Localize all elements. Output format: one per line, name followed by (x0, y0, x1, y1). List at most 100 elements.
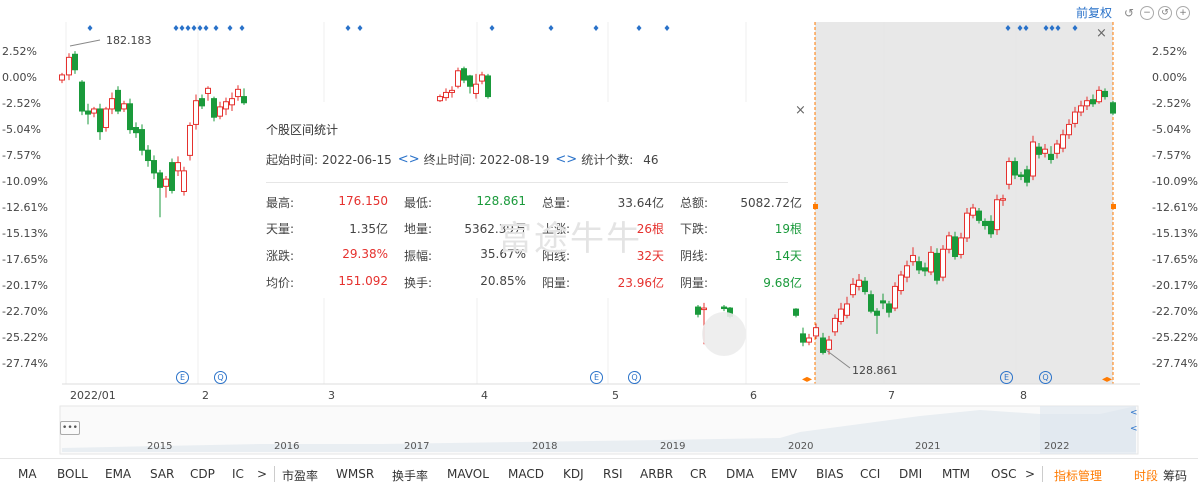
selection-close-button[interactable]: × (1096, 26, 1107, 41)
tab-chip[interactable]: 筹码 (1163, 467, 1187, 484)
divider (274, 466, 275, 482)
candlestick (485, 73, 491, 99)
news-marker-icon (239, 25, 245, 31)
indicator-tab[interactable]: CDP (190, 467, 215, 481)
range-start-handle-icon[interactable]: ◂▸ (802, 374, 812, 385)
stat-value: 128.861 (476, 194, 526, 208)
news-marker-icon (191, 25, 197, 31)
count-value: 46 (643, 152, 659, 167)
news-marker-icon (636, 25, 642, 31)
candlestick (85, 103, 91, 125)
indicator-tab[interactable]: BIAS (816, 467, 844, 481)
stat-label: 涨跌: (266, 249, 295, 263)
candlestick (964, 208, 970, 243)
candlestick (157, 169, 163, 218)
y-tick-label: 2.52% (2, 45, 37, 58)
indicator-tab[interactable]: CR (690, 467, 707, 481)
candlestick (66, 53, 72, 81)
selection-right-handle (1111, 204, 1116, 209)
candlestick (103, 106, 109, 132)
candlestick (1030, 135, 1036, 181)
qa-event-icon[interactable]: Q (214, 371, 227, 384)
indicator-tab[interactable]: MACD (508, 467, 544, 481)
logo-icon (702, 312, 746, 356)
indicator-tab[interactable]: MAVOL (447, 467, 489, 481)
stat-label: 换手: (404, 276, 433, 290)
candlestick (455, 67, 461, 89)
timeline-more-button[interactable]: ••• (60, 421, 80, 435)
qa-event-icon[interactable]: Q (1039, 371, 1052, 384)
earnings-event-icon[interactable]: E (1000, 371, 1013, 384)
end-value: 2022-08-19 (479, 152, 550, 167)
x-tick-label: 2 (202, 389, 209, 402)
indicator-manage-button[interactable]: 指标管理 (1054, 467, 1102, 484)
stat-value: 29.38% (342, 247, 388, 261)
range-end-handle-icon[interactable]: ◂▸ (1102, 374, 1112, 385)
candlestick (443, 88, 449, 101)
x-tick-label: 3 (328, 389, 335, 402)
qa-event-icon[interactable]: Q (628, 371, 641, 384)
y-tick-label: -17.65% (1152, 253, 1198, 266)
indicator-tab[interactable]: EMV (771, 467, 797, 481)
indicator-tab[interactable]: BOLL (57, 467, 88, 481)
indicator-tab[interactable]: ARBR (640, 467, 673, 481)
tab-time[interactable]: 时段 (1134, 467, 1158, 484)
indicator-tab[interactable]: DMI (899, 467, 922, 481)
end-adjust-icon[interactable]: <> (555, 152, 577, 167)
indicator-tab[interactable]: 换手率 (392, 467, 428, 484)
candlestick (479, 71, 485, 85)
x-tick-label: 8 (1020, 389, 1027, 402)
y-tick-label: -12.61% (2, 201, 48, 214)
divider (1042, 466, 1043, 482)
popup-close-button[interactable]: × (795, 103, 806, 118)
y-tick-label: -17.65% (2, 253, 48, 266)
indicator-tab[interactable]: KDJ (563, 467, 584, 481)
indicator-tab[interactable]: MTM (942, 467, 970, 481)
y-tick-label: -7.57% (2, 149, 41, 162)
candlestick (163, 176, 169, 198)
candlestick (115, 86, 121, 115)
y-tick-label: -5.04% (1152, 123, 1191, 136)
indicator-tab[interactable]: DMA (726, 467, 754, 481)
y-tick-label: -2.52% (2, 97, 41, 110)
timeline-year-label: 2016 (274, 441, 300, 452)
indicator-tab[interactable]: WMSR (336, 467, 374, 481)
candlestick (467, 74, 473, 94)
indicator-tab[interactable]: EMA (105, 467, 131, 481)
y-tick-label: -15.13% (2, 227, 48, 240)
candlestick (199, 94, 205, 109)
timeline-arrow-bottom-icon[interactable]: < (1130, 424, 1138, 434)
start-adjust-icon[interactable]: <> (398, 152, 420, 167)
news-marker-icon (179, 25, 185, 31)
indicator-tab[interactable]: 市盈率 (282, 467, 318, 484)
candlestick (109, 92, 115, 115)
y-tick-label: -27.74% (2, 357, 48, 370)
timeline-year-label: 2018 (532, 441, 558, 452)
earnings-event-icon[interactable]: E (590, 371, 603, 384)
indicator-tab[interactable]: OSC (991, 467, 1016, 481)
x-tick-label: 6 (750, 389, 757, 402)
y-tick-label: -27.74% (1152, 357, 1198, 370)
earnings-event-icon[interactable]: E (176, 371, 189, 384)
indicator-tab[interactable]: MA (18, 467, 37, 481)
candlestick (892, 282, 898, 312)
low-price-label: 128.861 (852, 364, 898, 377)
timeline-arrow-top-icon[interactable]: < (1130, 408, 1138, 418)
y-tick-label: -10.09% (1152, 175, 1198, 188)
indicator-tab[interactable]: IC (232, 467, 244, 481)
y-tick-label: 0.00% (1152, 71, 1187, 84)
candlestick (133, 122, 139, 138)
chevron-right-icon[interactable]: > (1025, 467, 1035, 481)
stat-label: 均价: (266, 276, 295, 290)
selection-range (815, 22, 1113, 384)
chevron-right-icon[interactable]: > (257, 467, 267, 481)
candlestick (97, 103, 103, 140)
indicator-tab[interactable]: RSI (603, 467, 623, 481)
y-tick-label: -10.09% (2, 175, 48, 188)
y-tick-label: -5.04% (2, 123, 41, 136)
indicator-tab[interactable]: CCI (860, 467, 880, 481)
y-tick-label: -20.17% (1152, 279, 1198, 292)
end-label: 终止时间: (423, 153, 476, 167)
indicator-tab[interactable]: SAR (150, 467, 174, 481)
y-tick-label: -7.57% (1152, 149, 1191, 162)
